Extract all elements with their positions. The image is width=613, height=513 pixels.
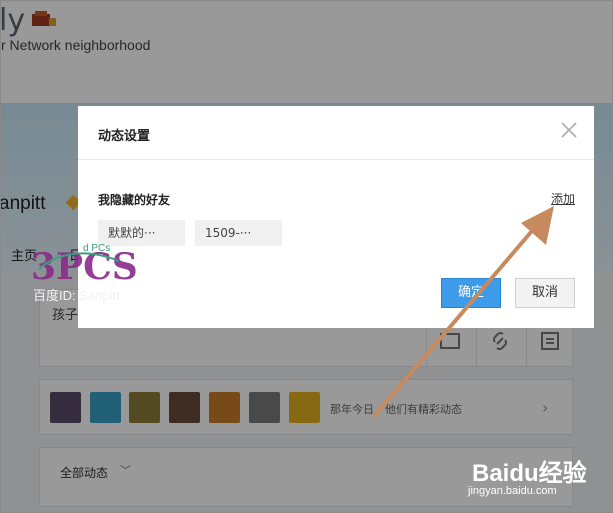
annotation-arrow [373, 206, 554, 417]
svg-text:Baidu经验: Baidu经验 [472, 459, 587, 487]
watermark-url: jingyan.baidu.com [468, 485, 557, 497]
baidu-jingyan-watermark: Baidu经验 [472, 459, 587, 487]
screenshot-frame: ly r Network neighborhood anpitt 主页 日 孩子 [0, 0, 613, 513]
